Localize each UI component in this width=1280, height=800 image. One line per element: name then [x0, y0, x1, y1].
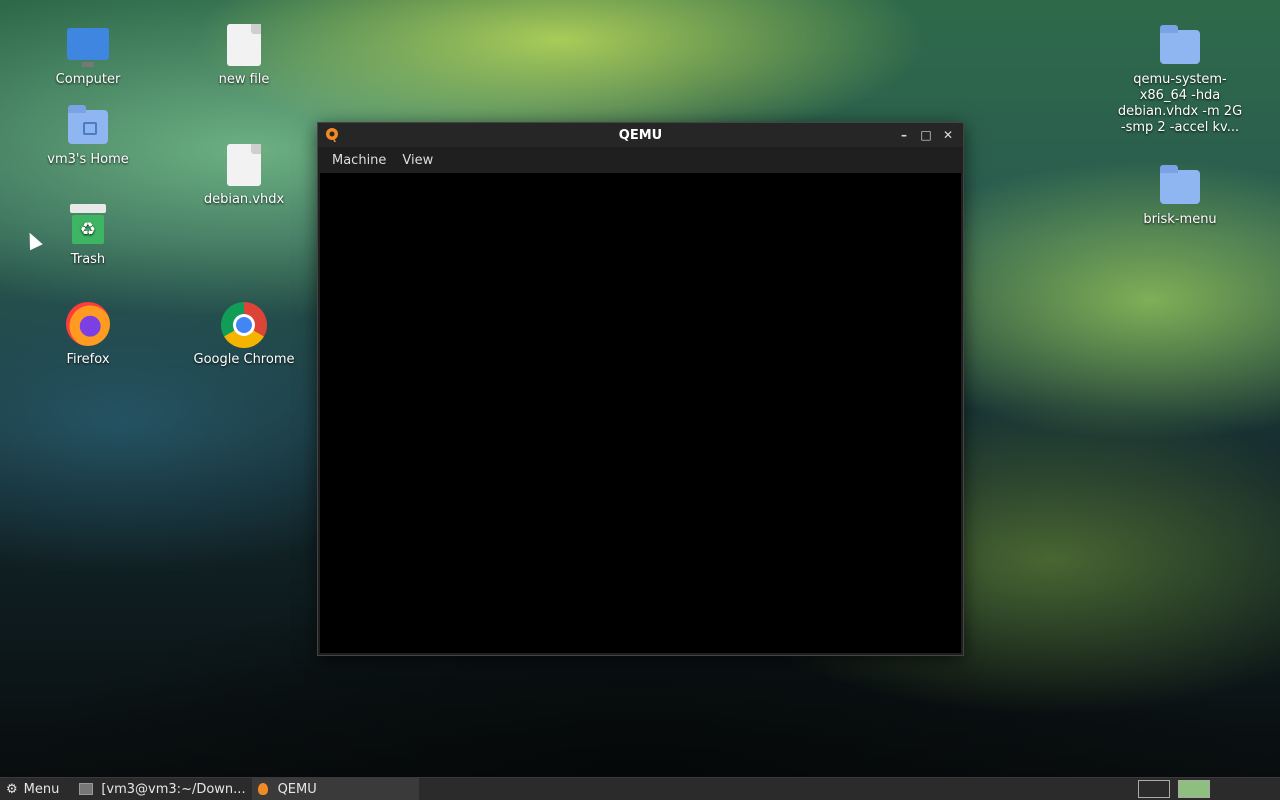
qemu-app-icon	[326, 128, 338, 142]
desktop-icon-label: qemu-system-x86_64 -hda debian.vhdx -m 2…	[1117, 72, 1243, 135]
desktop-icon-firefox[interactable]: Firefox	[23, 302, 153, 368]
taskbar-task-qemu[interactable]: QEMU	[251, 778, 419, 800]
desktop-icon-trash[interactable]: ♻ Trash	[23, 204, 153, 268]
desktop-icon-home[interactable]: vm3's Home	[23, 105, 153, 168]
menu-view[interactable]: View	[394, 153, 441, 168]
desktop-icon-qemu-folder[interactable]: qemu-system-x86_64 -hda debian.vhdx -m 2…	[1115, 25, 1245, 136]
menu-machine[interactable]: Machine	[324, 153, 394, 168]
folder-icon	[1160, 25, 1200, 64]
terminal-icon	[79, 783, 94, 795]
desktop-icon-computer[interactable]: Computer	[23, 28, 153, 88]
desktop-icon-label: brisk-menu	[1143, 212, 1217, 227]
desktop-icon-label: Firefox	[66, 352, 110, 367]
desktop-icon-label: new file	[218, 72, 270, 87]
chrome-icon	[221, 302, 267, 348]
desktop-icon-label: debian.vhdx	[203, 192, 285, 207]
taskbar-task-label: QEMU	[277, 781, 317, 797]
desktop-icon-new-file[interactable]: new file	[179, 24, 309, 88]
workspace-2[interactable]	[1178, 780, 1210, 798]
desktop-icon-label: vm3's Home	[47, 152, 129, 167]
qemu-app-icon	[257, 783, 268, 795]
vm-display[interactable]	[320, 173, 961, 653]
menu-icon: ⚙	[6, 781, 18, 797]
taskbar-menu-label: Menu	[23, 781, 60, 797]
monitor-icon	[67, 28, 109, 67]
taskbar: ⚙ Menu [vm3@vm3:~/Down... QEMU	[0, 777, 1280, 800]
trash-icon: ♻	[70, 204, 106, 244]
qemu-window: QEMU – □ ✕ Machine View	[317, 122, 964, 656]
home-folder-icon	[68, 105, 108, 144]
maximize-button[interactable]: □	[917, 126, 935, 144]
desktop-icon-chrome[interactable]: Google Chrome	[179, 302, 309, 368]
window-titlebar[interactable]: QEMU – □ ✕	[318, 123, 963, 147]
close-button[interactable]: ✕	[939, 126, 957, 144]
taskbar-task-label: [vm3@vm3:~/Down...	[101, 781, 246, 797]
desktop-icon-label: Google Chrome	[193, 352, 295, 367]
firefox-icon	[66, 302, 110, 346]
desktop-icon-brisk-menu[interactable]: brisk-menu	[1115, 165, 1245, 228]
desktop-icon-debian-vhdx[interactable]: debian.vhdx	[179, 144, 309, 208]
minimize-button[interactable]: –	[895, 126, 913, 144]
file-icon	[227, 24, 261, 66]
window-menubar: Machine View	[318, 147, 963, 173]
workspace-1[interactable]	[1138, 780, 1170, 798]
desktop-icon-label: Trash	[70, 252, 106, 267]
desktop-icon-label: Computer	[55, 72, 121, 87]
window-title: QEMU	[618, 127, 663, 143]
taskbar-task-terminal[interactable]: [vm3@vm3:~/Down...	[73, 778, 251, 800]
file-icon	[227, 144, 261, 186]
folder-icon	[1160, 165, 1200, 204]
taskbar-menu-button[interactable]: ⚙ Menu	[0, 778, 65, 800]
